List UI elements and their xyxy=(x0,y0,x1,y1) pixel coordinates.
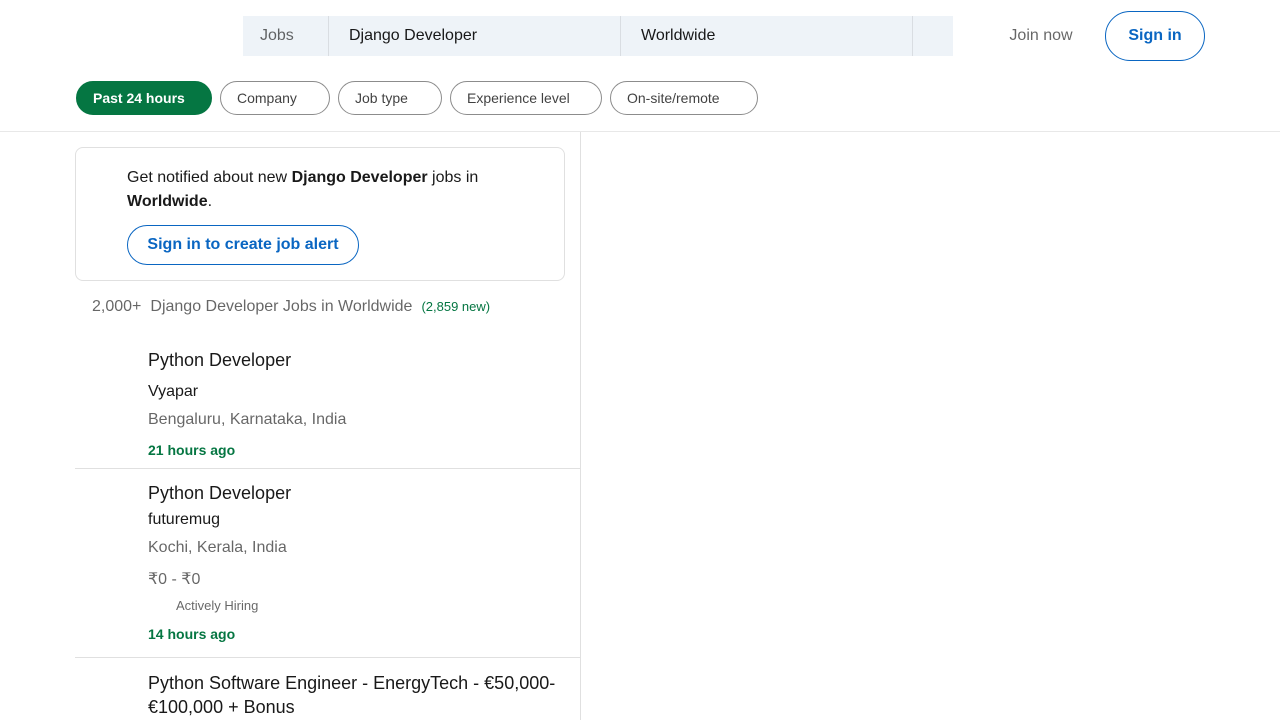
job-card[interactable]: Python Developer Vyapar Bengaluru, Karna… xyxy=(75,337,580,469)
search-type-label: Jobs xyxy=(260,27,294,44)
location-value: Worldwide xyxy=(641,27,716,44)
search-bar: Jobs Django Developer Worldwide xyxy=(243,16,953,56)
job-posted-time: 21 hours ago xyxy=(148,442,236,458)
job-results-list: Get notified about new Django Developer … xyxy=(75,132,581,720)
filter-job-type[interactable]: Job type xyxy=(338,81,442,115)
job-location: Bengaluru, Karnataka, India xyxy=(148,411,347,428)
job-alert-card: Get notified about new Django Developer … xyxy=(75,147,565,281)
job-posted-time: 14 hours ago xyxy=(148,626,236,642)
job-location: Kochi, Kerala, India xyxy=(148,539,287,556)
top-header: Jobs Django Developer Worldwide Join now… xyxy=(0,0,1280,72)
results-total: 2,000+ xyxy=(92,298,142,315)
search-type-dropdown[interactable]: Jobs xyxy=(243,16,329,56)
job-card[interactable]: Python Software Engineer - EnergyTech - … xyxy=(75,658,580,720)
actively-hiring-badge: Actively Hiring xyxy=(176,598,259,613)
search-submit-button[interactable] xyxy=(913,16,953,56)
results-count: 2,000+ Django Developer Jobs in Worldwid… xyxy=(92,298,490,316)
keyword-search-input[interactable]: Django Developer xyxy=(329,16,621,56)
sign-in-button[interactable]: Sign in xyxy=(1105,11,1205,61)
filter-bar: Past 24 hours Company Job type Experienc… xyxy=(0,72,1280,132)
job-title[interactable]: Python Software Engineer - EnergyTech - … xyxy=(148,671,568,719)
job-salary: ₹0 - ₹0 xyxy=(148,571,201,588)
location-search-input[interactable]: Worldwide xyxy=(621,16,913,56)
results-label: Django Developer Jobs in Worldwide xyxy=(150,298,413,315)
alert-location: Worldwide xyxy=(127,193,208,210)
job-company[interactable]: futuremug xyxy=(148,511,220,529)
job-title[interactable]: Python Developer xyxy=(148,348,568,372)
filter-past-24-hours[interactable]: Past 24 hours xyxy=(76,81,212,115)
results-new-count: (2,859 new) xyxy=(421,299,491,314)
create-job-alert-button[interactable]: Sign in to create job alert xyxy=(127,225,359,265)
job-alert-text: Get notified about new Django Developer … xyxy=(127,169,479,210)
join-now-link[interactable]: Join now xyxy=(996,16,1086,56)
job-title[interactable]: Python Developer xyxy=(148,481,568,505)
job-company[interactable]: Vyapar xyxy=(148,383,198,401)
filter-on-site-remote[interactable]: On-site/remote xyxy=(610,81,758,115)
keyword-value: Django Developer xyxy=(349,27,478,44)
filter-experience-level[interactable]: Experience level xyxy=(450,81,602,115)
filter-company[interactable]: Company xyxy=(220,81,330,115)
job-card[interactable]: Python Developer futuremug Kochi, Kerala… xyxy=(75,469,580,658)
alert-keyword: Django Developer xyxy=(291,169,428,186)
